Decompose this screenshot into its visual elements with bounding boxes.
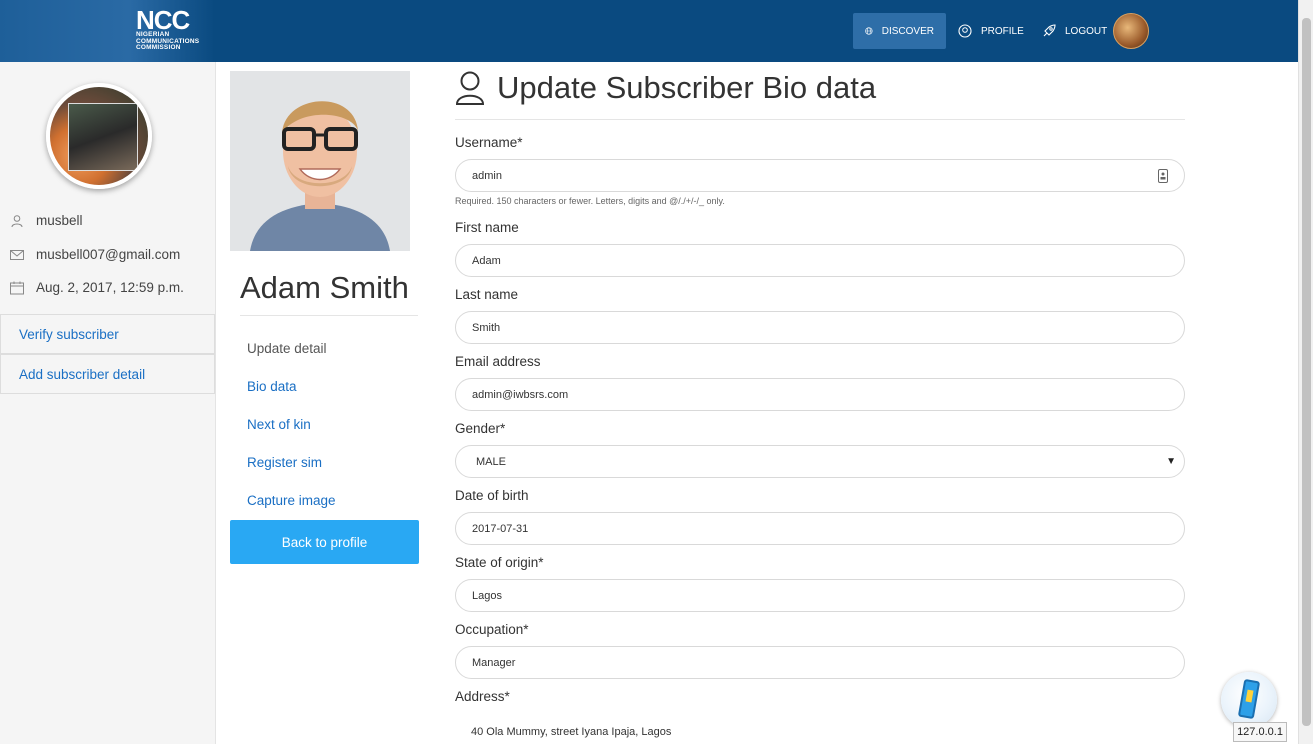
occupation-value: Manager: [472, 656, 516, 669]
page-title-text: Update Subscriber Bio data: [497, 70, 877, 105]
sidebar-username: musbell: [36, 213, 83, 228]
menu-capture-image[interactable]: Capture image: [247, 493, 336, 508]
sidebar-date: Aug. 2, 2017, 12:59 p.m.: [36, 280, 184, 295]
menu-register-sim[interactable]: Register sim: [247, 455, 322, 470]
gender-select[interactable]: MALE ▼: [455, 445, 1185, 478]
last-name-label: Last name: [455, 287, 519, 302]
nav-discover-label: DISCOVER: [881, 25, 934, 37]
sidebar-avatar: [46, 83, 152, 189]
occupation-label: Occupation*: [455, 622, 529, 637]
subscriber-photo: [230, 71, 410, 251]
phone-icon: [1237, 678, 1261, 720]
verify-subscriber-link[interactable]: Verify subscriber: [0, 314, 215, 354]
logo-text: NCC: [136, 5, 190, 35]
email-value: admin@iwbsrs.com: [472, 388, 569, 401]
state-value: Lagos: [472, 589, 502, 602]
ip-badge: 127.0.0.1: [1233, 722, 1287, 742]
menu-bio-data[interactable]: Bio data: [247, 379, 297, 394]
nav-logout[interactable]: LOGOUT: [1029, 13, 1119, 49]
add-subscriber-detail-link[interactable]: Add subscriber detail: [0, 354, 215, 394]
username-input[interactable]: admin: [455, 159, 1185, 192]
gender-value: MALE: [476, 455, 506, 468]
calendar-icon: [10, 281, 24, 294]
page-title: Update Subscriber Bio data: [455, 70, 876, 106]
last-name-input[interactable]: Smith: [455, 311, 1185, 344]
sidebar-username-row: musbell: [10, 213, 83, 228]
portrait-image: [230, 71, 410, 251]
divider: [240, 315, 418, 316]
envelope-icon: [10, 249, 24, 260]
occupation-input[interactable]: Manager: [455, 646, 1185, 679]
back-to-profile-button[interactable]: Back to profile: [230, 520, 419, 564]
phone-mascot-widget[interactable]: [1221, 672, 1277, 728]
sidebar-email-row: musbell007@gmail.com: [10, 247, 180, 262]
subscriber-name: Adam Smith: [240, 270, 409, 305]
email-label: Email address: [455, 354, 541, 369]
username-value: admin: [472, 169, 502, 182]
chevron-down-icon: ▼: [1166, 456, 1176, 467]
nav-discover[interactable]: DISCOVER: [853, 13, 946, 49]
nav-profile-label: PROFILE: [981, 25, 1024, 37]
user-avatar[interactable]: [1113, 13, 1149, 49]
first-name-value: Adam: [472, 254, 501, 267]
gender-label: Gender*: [455, 421, 506, 436]
state-label: State of origin*: [455, 555, 544, 570]
dob-label: Date of birth: [455, 488, 529, 503]
ncc-logo[interactable]: NCC NIGERIAN COMMUNICATIONS COMMISSION: [136, 5, 202, 54]
user-icon: [455, 71, 485, 105]
logo-line: COMMISSION: [136, 44, 181, 51]
dob-value: 2017-07-31: [472, 522, 529, 535]
dob-input[interactable]: 2017-07-31: [455, 512, 1185, 545]
divider: [455, 119, 1185, 120]
email-input[interactable]: admin@iwbsrs.com: [455, 378, 1185, 411]
sidebar-date-row: Aug. 2, 2017, 12:59 p.m.: [10, 280, 184, 295]
first-name-input[interactable]: Adam: [455, 244, 1185, 277]
top-navbar: NCC NIGERIAN COMMUNICATIONS COMMISSION D…: [0, 0, 1298, 62]
user-icon: [11, 214, 23, 227]
avatar-photo: [68, 103, 138, 171]
rocket-icon: [1043, 23, 1056, 36]
sidebar-email: musbell007@gmail.com: [36, 247, 181, 262]
menu-update-detail[interactable]: Update detail: [247, 341, 327, 356]
user-circle-icon: [958, 24, 972, 38]
username-label: Username*: [455, 135, 523, 150]
globe-icon: [865, 27, 873, 35]
state-input[interactable]: Lagos: [455, 579, 1185, 612]
first-name-label: First name: [455, 220, 519, 235]
menu-next-of-kin[interactable]: Next of kin: [247, 417, 311, 432]
autofill-icon[interactable]: [1158, 169, 1168, 183]
page-scrollbar[interactable]: [1298, 0, 1313, 744]
username-help-text: Required. 150 characters or fewer. Lette…: [455, 196, 725, 206]
nav-logout-label: LOGOUT: [1065, 25, 1108, 37]
address-label: Address*: [455, 689, 510, 704]
left-sidebar: musbell musbell007@gmail.com Aug. 2, 201…: [0, 62, 216, 744]
scrollbar-thumb[interactable]: [1302, 18, 1311, 726]
last-name-value: Smith: [472, 321, 501, 334]
nav-profile[interactable]: PROFILE: [946, 13, 1036, 49]
address-textarea[interactable]: 40 Ola Mummy, street Iyana Ipaja, Lagos: [471, 726, 671, 738]
